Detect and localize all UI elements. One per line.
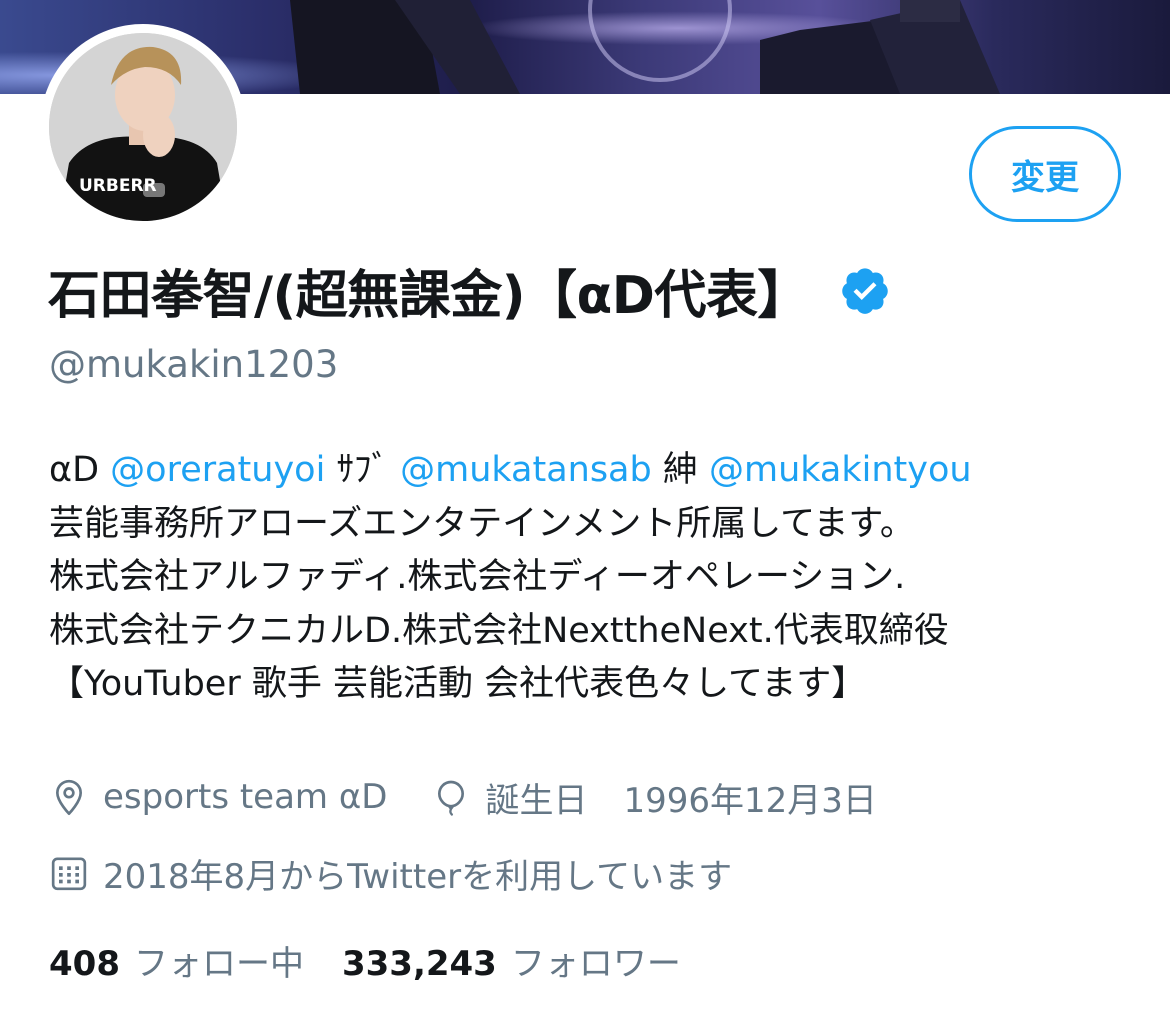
location-text: esports team αD	[103, 777, 388, 817]
profile-name-row: 石田拳智/(超無課金)【αD代表】	[48, 250, 891, 330]
followers-label: フォロワー	[510, 943, 681, 984]
location-item: esports team αD	[49, 777, 387, 817]
display-name: 石田拳智/(超無課金)【αD代表】	[48, 265, 809, 326]
following-label: フォロー中	[133, 943, 304, 984]
calendar-icon	[51, 857, 87, 891]
profile-bio: αD @oreratuyoi ｻﾌﾞ @mukatansab 紳 @mukaki…	[49, 444, 1149, 712]
followers-count: 333,243	[341, 943, 497, 984]
verified-badge-icon	[842, 268, 888, 314]
profile-meta-row: 2018年8月からTwitterを利用しています	[49, 846, 732, 900]
birthday-item: 誕生日 1996年12月3日	[431, 773, 877, 822]
bio-line: 芸能事務所アローズエンタテインメント所属してます。	[49, 503, 915, 544]
mention-link[interactable]: @mukakintyou	[709, 450, 972, 490]
mention-link[interactable]: @oreratuyoi	[110, 450, 325, 490]
mention-link[interactable]: @mukatansab	[400, 450, 652, 490]
map-pin-icon	[56, 779, 82, 815]
bio-line: 株式会社アルファディ.株式会社ディーオペレーション.	[49, 557, 906, 597]
user-handle: @mukakin1203	[49, 343, 339, 386]
avatar-container[interactable]: URBERR	[40, 24, 246, 230]
joined-item: 2018年8月からTwitterを利用しています	[49, 849, 732, 898]
followers-stat[interactable]: 333,243 フォロワー	[342, 936, 681, 985]
birthday-label: 誕生日	[485, 780, 588, 821]
bio-text: 紳	[651, 450, 709, 490]
birthday-value: 1996年12月3日	[623, 780, 877, 821]
profile-meta-row: esports team αD 誕生日 1996年12月3日	[49, 770, 877, 824]
follow-stats: 408 フォロー中 333,243 フォロワー	[49, 933, 681, 987]
avatar[interactable]: URBERR	[49, 33, 237, 221]
joined-text: 2018年8月からTwitterを利用しています	[103, 856, 733, 897]
following-stat[interactable]: 408 フォロー中	[49, 936, 304, 985]
following-count: 408	[49, 943, 120, 984]
balloon-icon	[438, 780, 465, 816]
bio-line: 株式会社テクニカルD.株式会社NexttheNext.代表取締役	[49, 610, 949, 651]
profile-page: URBERR 変更 石田拳智/(超無課金)【αD代表】 @mukakin1203…	[0, 0, 1170, 1028]
avatar-photo: URBERR	[49, 33, 237, 221]
bio-text: αD	[49, 450, 111, 490]
shirt-logo: URBERR	[79, 176, 157, 196]
edit-profile-button[interactable]: 変更	[969, 126, 1121, 222]
bio-text: ｻﾌﾞ	[325, 450, 401, 490]
bio-line: αD @oreratuyoi ｻﾌﾞ @mukatansab 紳 @mukaki…	[49, 444, 1149, 498]
bio-line: 【YouTuber 歌手 芸能活動 会社代表色々してます】	[49, 664, 867, 704]
